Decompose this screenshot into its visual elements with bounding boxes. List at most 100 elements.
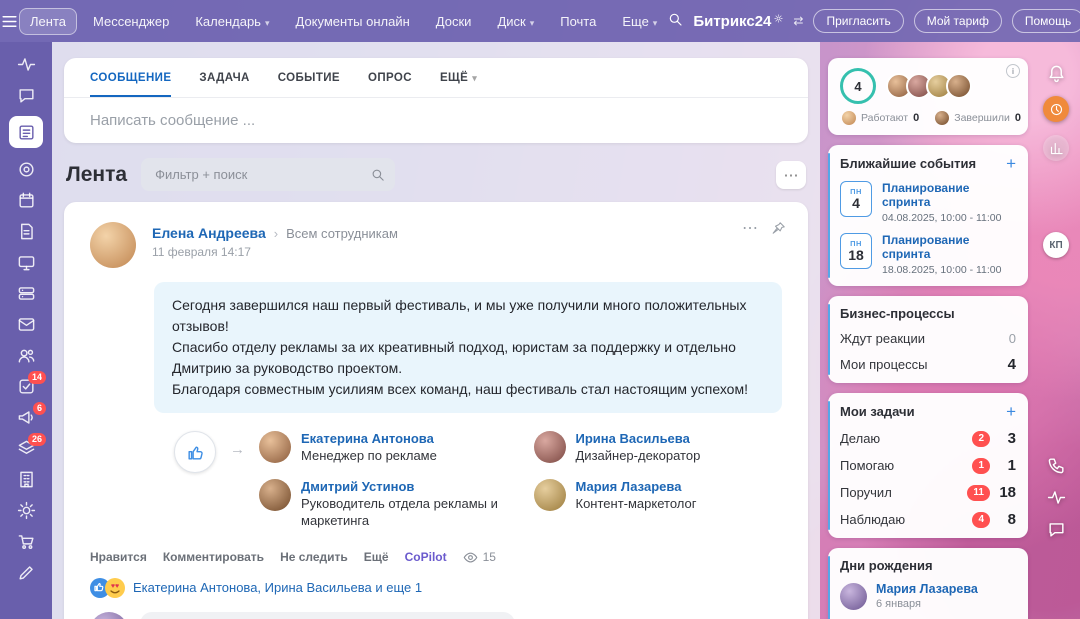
mention-name[interactable]: Мария Лазарева: [576, 479, 697, 494]
collapsed-chat-avatar[interactable]: КП: [1043, 232, 1069, 258]
event-title[interactable]: Планирование спринта: [882, 181, 1016, 209]
task-value: 1: [998, 457, 1016, 474]
notifications-bell-icon[interactable]: [1047, 64, 1066, 83]
right-widgets: i 4 Работают 0 Завершили 0: [828, 58, 1028, 619]
bp-row[interactable]: Ждут реакции 0: [840, 331, 1016, 346]
help-button[interactable]: Помощь: [1012, 9, 1080, 33]
drive-icon[interactable]: [15, 283, 37, 303]
compose-input[interactable]: [64, 98, 808, 143]
thumbs-up-icon[interactable]: [174, 431, 216, 473]
crm-clients-icon[interactable]: [15, 345, 37, 365]
avatar[interactable]: [534, 431, 566, 463]
task-row[interactable]: Наблюдаю 4 8: [840, 511, 1016, 528]
mention-name[interactable]: Дмитрий Устинов: [301, 479, 508, 494]
top-tab-more[interactable]: Еще: [612, 9, 667, 34]
mention-name[interactable]: Ирина Васильева: [576, 431, 701, 446]
like-action[interactable]: Нравится: [90, 550, 147, 564]
market-icon[interactable]: [15, 531, 37, 551]
pulse-icon[interactable]: [15, 54, 37, 74]
done-group[interactable]: Завершили 0: [935, 111, 1021, 125]
more-action[interactable]: Ещё: [364, 550, 389, 564]
compose-tab-event[interactable]: СОБЫТИЕ: [278, 58, 340, 97]
top-tab-boards[interactable]: Доски: [426, 9, 482, 34]
task-row[interactable]: Делаю 2 3: [840, 430, 1016, 447]
post-author-avatar[interactable]: [90, 222, 136, 268]
birthday-item[interactable]: Мария Лазарева 6 января: [840, 582, 1016, 610]
top-tab-messenger[interactable]: Мессенджер: [83, 9, 179, 34]
tasks-icon[interactable]: 14: [15, 376, 37, 396]
search-icon: [370, 167, 385, 182]
task-row[interactable]: Помогаю 1 1: [840, 457, 1016, 474]
calendar-icon[interactable]: [15, 190, 37, 210]
post-author-name[interactable]: Елена Андреева: [152, 225, 266, 241]
add-task-button[interactable]: [1006, 403, 1016, 420]
event-item[interactable]: ПН 4 Планирование спринта 04.08.2025, 10…: [840, 181, 1016, 224]
add-event-button[interactable]: [1006, 155, 1016, 172]
filter-search-input[interactable]: [153, 166, 370, 183]
compose-tab-more[interactable]: ЕЩЁ: [440, 58, 477, 97]
feed-icon[interactable]: [9, 116, 43, 148]
top-tab-mail[interactable]: Почта: [550, 9, 606, 34]
search-icon[interactable]: [667, 11, 683, 32]
comment-author-avatar[interactable]: [90, 612, 128, 619]
top-tab-calendar[interactable]: Календарь: [185, 9, 279, 34]
reaction-names[interactable]: Екатерина Антонова, Ирина Васильева и ещ…: [133, 580, 422, 595]
event-item[interactable]: ПН 18 Планирование спринта 18.08.2025, 1…: [840, 233, 1016, 276]
timer-icon[interactable]: [1043, 96, 1069, 122]
top-tab-drive[interactable]: Диск: [487, 9, 544, 34]
automation-icon[interactable]: [15, 500, 37, 520]
bp-value: 4: [1008, 356, 1016, 373]
post-audience[interactable]: Всем сотрудникам: [286, 226, 398, 241]
top-tab-docs-online[interactable]: Документы онлайн: [286, 9, 420, 34]
pulse-shortcut-icon[interactable]: [1047, 488, 1066, 507]
post-body: Сегодня завершился наш первый фестиваль,…: [154, 282, 782, 413]
chat-shortcut-icon[interactable]: [1047, 520, 1066, 539]
compose-tab-poll[interactable]: ОПРОС: [368, 58, 412, 97]
switch-icon[interactable]: ⇄: [793, 14, 803, 28]
company-icon[interactable]: [15, 469, 37, 489]
phone-icon[interactable]: [1047, 456, 1066, 475]
mention-item: Ирина Васильева Дизайнер-декоратор: [534, 431, 783, 465]
post-more-button[interactable]: [742, 218, 758, 238]
brand-logo[interactable]: Битрикс24: [693, 13, 783, 30]
mention-name[interactable]: Екатерина Антонова: [301, 431, 437, 446]
working-group[interactable]: Работают 0: [842, 111, 919, 125]
task-label: Помогаю: [840, 458, 894, 473]
marketing-icon[interactable]: 6: [15, 407, 37, 427]
brand-text: Битрикс24: [693, 13, 771, 30]
avatar[interactable]: [534, 479, 566, 511]
comment-action[interactable]: Комментировать: [163, 550, 264, 564]
menu-icon[interactable]: [0, 12, 19, 31]
video-icon[interactable]: [15, 252, 37, 272]
sign-icon[interactable]: [15, 562, 37, 582]
copilot-action[interactable]: CoPilot: [405, 550, 447, 564]
report-chart-icon[interactable]: [1043, 135, 1069, 161]
bp-row[interactable]: Мои процессы 4: [840, 356, 1016, 373]
avatar[interactable]: [259, 431, 291, 463]
birthday-name[interactable]: Мария Лазарева: [876, 582, 978, 596]
avatar[interactable]: [259, 479, 291, 511]
pin-icon[interactable]: [772, 221, 786, 235]
task-row[interactable]: Поручил 11 18: [840, 484, 1016, 501]
unfollow-action[interactable]: Не следить: [280, 550, 348, 564]
reaction-chips[interactable]: ♥♥: [90, 578, 125, 598]
feed-more-button[interactable]: [776, 161, 806, 189]
mail-icon[interactable]: [15, 314, 37, 334]
sales-badge: 26: [28, 433, 46, 446]
birthdays-widget: Дни рождения Мария Лазарева 6 января Вер…: [828, 548, 1028, 619]
info-icon[interactable]: i: [1006, 64, 1020, 78]
top-bar-right: Битрикс24 ⇄ Пригласить Мой тариф Помощь: [667, 7, 1080, 35]
top-tab-feed[interactable]: Лента: [19, 8, 77, 35]
messenger-icon[interactable]: [15, 85, 37, 105]
sales-icon[interactable]: 26: [15, 438, 37, 458]
invite-button[interactable]: Пригласить: [813, 9, 903, 33]
task-value: 18: [998, 484, 1016, 501]
target-icon[interactable]: [15, 159, 37, 179]
summary-avatars[interactable]: [886, 73, 972, 99]
summary-count[interactable]: 4: [840, 68, 876, 104]
tariff-button[interactable]: Мой тариф: [914, 9, 1002, 33]
documents-icon[interactable]: [15, 221, 37, 241]
compose-tab-message[interactable]: СООБЩЕНИЕ: [90, 58, 171, 97]
event-title[interactable]: Планирование спринта: [882, 233, 1016, 261]
compose-tab-task[interactable]: ЗАДАЧА: [199, 58, 249, 97]
